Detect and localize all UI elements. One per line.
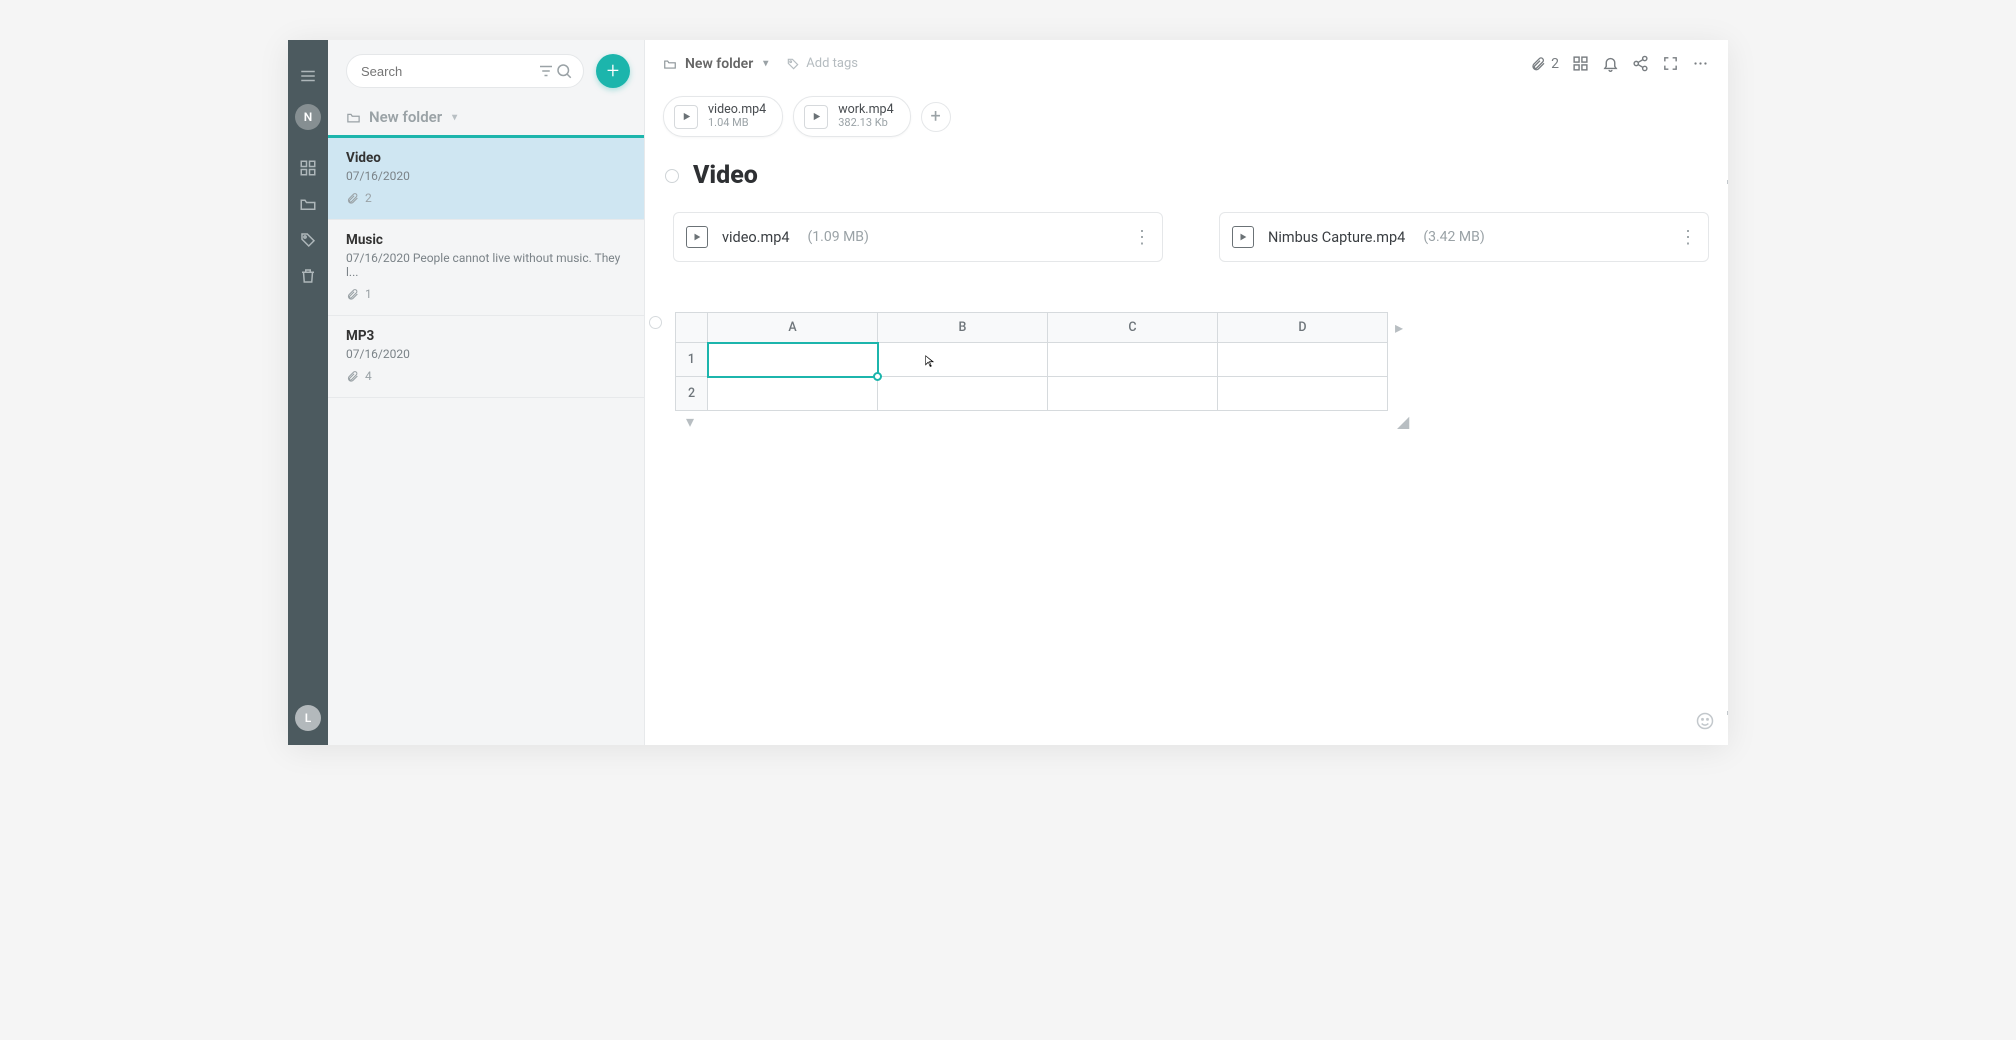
filter-icon[interactable] xyxy=(537,62,555,80)
block-handle[interactable] xyxy=(665,169,679,183)
left-rail: N L xyxy=(288,40,328,745)
paperclip-icon xyxy=(346,370,359,383)
row-header[interactable]: 2 xyxy=(676,377,708,411)
menu-icon[interactable] xyxy=(288,58,328,94)
file-size: (1.09 MB) xyxy=(808,229,869,245)
folder-header[interactable]: New folder ▾ xyxy=(328,102,644,136)
file-card[interactable]: Nimbus Capture.mp4 (3.42 MB) ⋮ xyxy=(1219,212,1709,262)
sidebar: + New folder ▾ Video 07/16/2020 2 Music … xyxy=(328,40,645,745)
search-input-wrap[interactable] xyxy=(346,54,584,88)
tags-icon[interactable] xyxy=(288,222,328,258)
video-file-icon xyxy=(686,226,708,248)
col-header[interactable]: B xyxy=(878,313,1048,343)
block-handle[interactable] xyxy=(649,316,662,329)
video-file-icon xyxy=(804,105,828,129)
grid-view-icon[interactable] xyxy=(1565,49,1595,79)
expand-icon[interactable] xyxy=(1655,49,1685,79)
search-icon[interactable] xyxy=(555,62,573,80)
attachment-chip-row: video.mp4 1.04 MB work.mp4 382.13 Kb + xyxy=(645,88,1728,153)
topbar: New folder ▾ Add tags 2 xyxy=(645,40,1728,88)
cell-d2[interactable] xyxy=(1218,377,1388,411)
paperclip-icon xyxy=(346,288,359,301)
main-panel: New folder ▾ Add tags 2 video.mp4 xyxy=(645,40,1728,745)
bell-icon[interactable] xyxy=(1595,49,1625,79)
attachment-chip[interactable]: video.mp4 1.04 MB xyxy=(663,96,783,137)
trash-icon[interactable] xyxy=(288,258,328,294)
mouse-cursor-icon xyxy=(923,352,937,370)
cell-b2[interactable] xyxy=(878,377,1048,411)
selection-handle[interactable] xyxy=(873,372,882,381)
cell-a1[interactable] xyxy=(708,343,878,377)
sheet-corner[interactable] xyxy=(676,313,708,343)
file-name: video.mp4 xyxy=(722,229,790,246)
resize-handle-icon[interactable]: ◢ xyxy=(1397,412,1407,422)
note-date: 07/16/2020 xyxy=(346,347,626,361)
note-item-music[interactable]: Music 07/16/2020 People cannot live with… xyxy=(328,220,644,316)
note-attach-count: 4 xyxy=(365,369,372,383)
card-more-icon[interactable]: ⋮ xyxy=(1133,227,1150,248)
col-header[interactable]: C xyxy=(1048,313,1218,343)
breadcrumb[interactable]: New folder ▾ xyxy=(663,56,768,72)
col-header[interactable]: A xyxy=(708,313,878,343)
breadcrumb-label: New folder xyxy=(685,56,753,72)
cell-a2[interactable] xyxy=(708,377,878,411)
attach-count-value: 2 xyxy=(1551,56,1559,72)
emoji-picker-icon[interactable] xyxy=(1695,711,1715,731)
video-file-icon xyxy=(1232,226,1254,248)
paperclip-icon xyxy=(346,192,359,205)
cell-c1[interactable] xyxy=(1048,343,1218,377)
note-title: Video xyxy=(346,150,626,166)
more-icon[interactable] xyxy=(1685,49,1715,79)
apps-icon[interactable] xyxy=(288,150,328,186)
folders-icon[interactable] xyxy=(288,186,328,222)
add-attachment-button[interactable]: + xyxy=(921,102,951,132)
note-attach-count: 2 xyxy=(365,191,372,205)
share-icon[interactable] xyxy=(1625,49,1655,79)
note-meta: 07/16/2020 People cannot live without mu… xyxy=(346,251,626,279)
cell-b1[interactable] xyxy=(878,343,1048,377)
note-item-mp3[interactable]: MP3 07/16/2020 4 xyxy=(328,316,644,398)
chevron-down-icon: ▾ xyxy=(763,58,768,69)
chip-filename: work.mp4 xyxy=(838,103,893,117)
add-column-icon[interactable]: ▸ xyxy=(1393,316,1405,338)
col-header[interactable]: D xyxy=(1218,313,1388,343)
file-card[interactable]: video.mp4 (1.09 MB) ⋮ xyxy=(673,212,1163,262)
document-title[interactable]: Video xyxy=(693,161,758,190)
cell-d1[interactable] xyxy=(1218,343,1388,377)
note-attach-count: 1 xyxy=(365,287,372,301)
add-note-button[interactable]: + xyxy=(596,54,630,88)
attachments-counter[interactable]: 2 xyxy=(1530,56,1559,72)
note-title: Music xyxy=(346,232,626,248)
folder-label: New folder xyxy=(369,108,442,126)
scrollbar[interactable] xyxy=(1727,180,1728,715)
video-file-icon xyxy=(674,105,698,129)
add-tags-button[interactable]: Add tags xyxy=(786,56,858,71)
chip-filesize: 1.04 MB xyxy=(708,117,766,130)
note-list: Video 07/16/2020 2 Music 07/16/2020 Peop… xyxy=(328,136,644,398)
file-size: (3.42 MB) xyxy=(1423,229,1484,245)
cell-c2[interactable] xyxy=(1048,377,1218,411)
add-tags-label: Add tags xyxy=(806,56,858,71)
file-name: Nimbus Capture.mp4 xyxy=(1268,229,1405,246)
card-more-icon[interactable]: ⋮ xyxy=(1679,227,1696,248)
add-row-icon[interactable]: ▾ xyxy=(679,414,701,428)
user-avatar[interactable]: L xyxy=(295,705,321,731)
chevron-down-icon: ▾ xyxy=(452,112,457,123)
note-item-video[interactable]: Video 07/16/2020 2 xyxy=(328,135,644,220)
spreadsheet-block[interactable]: A B C D 1 2 xyxy=(675,312,1388,411)
chip-filename: video.mp4 xyxy=(708,103,766,117)
app-window: N L + New folder ▾ xyxy=(288,40,1728,745)
row-header[interactable]: 1 xyxy=(676,343,708,377)
workspace-avatar[interactable]: N xyxy=(295,104,321,130)
search-input[interactable] xyxy=(361,64,537,79)
attachment-chip[interactable]: work.mp4 382.13 Kb xyxy=(793,96,910,137)
chip-filesize: 382.13 Kb xyxy=(838,117,893,130)
note-title: MP3 xyxy=(346,328,626,344)
note-date: 07/16/2020 xyxy=(346,169,626,183)
file-cards: video.mp4 (1.09 MB) ⋮ Nimbus Capture.mp4… xyxy=(645,194,1728,272)
